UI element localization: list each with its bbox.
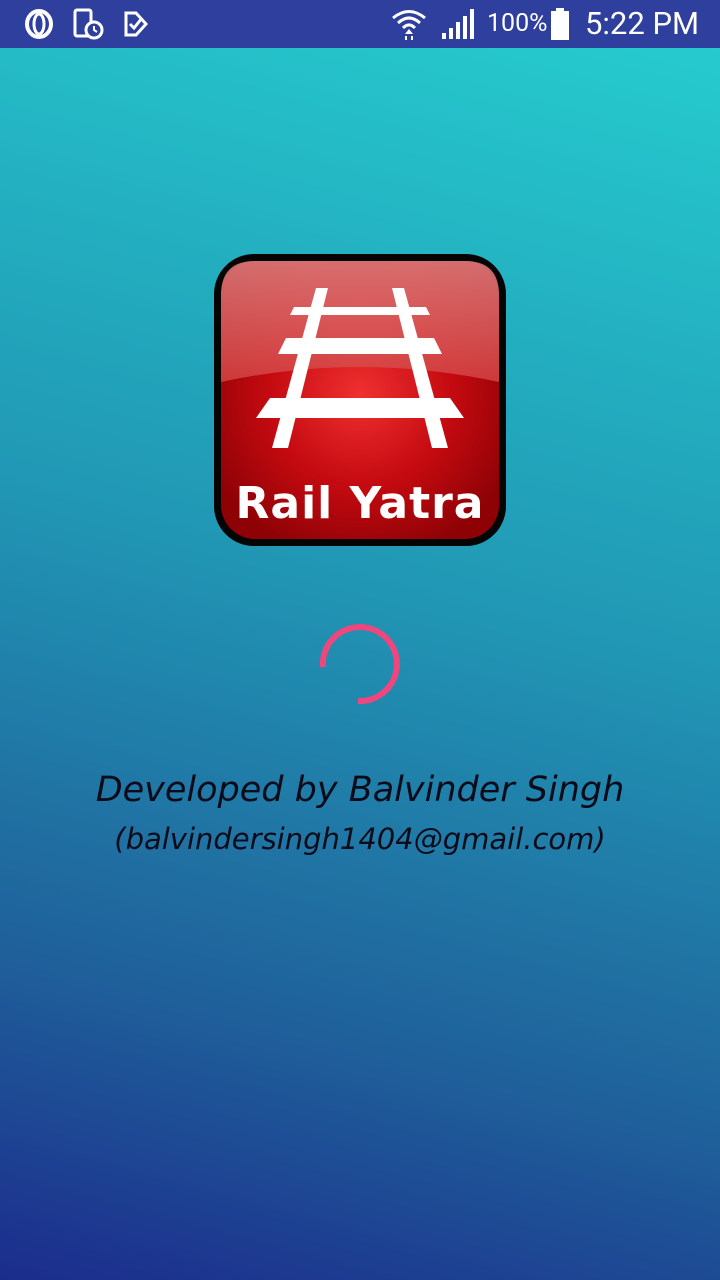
cellular-signal-icon [442,9,474,39]
logo-text: Rail Yatra [235,478,485,529]
developer-email: (balvindersingh1404@gmail.com) [114,822,606,856]
app-logo: Rail Yatra [212,252,508,548]
screen-timer-icon [73,8,104,40]
developer-credit: Developed by Balvinder Singh [95,770,625,810]
loading-spinner [319,624,400,705]
wifi-icon [392,10,426,40]
clock: 5:22 PM [585,5,700,42]
status-bar: 100% 5:22 PM [0,0,720,48]
delivery-check-icon [124,11,149,37]
battery-icon [551,8,569,40]
opera-icon [25,9,53,39]
battery-percent: 100% [487,9,548,38]
